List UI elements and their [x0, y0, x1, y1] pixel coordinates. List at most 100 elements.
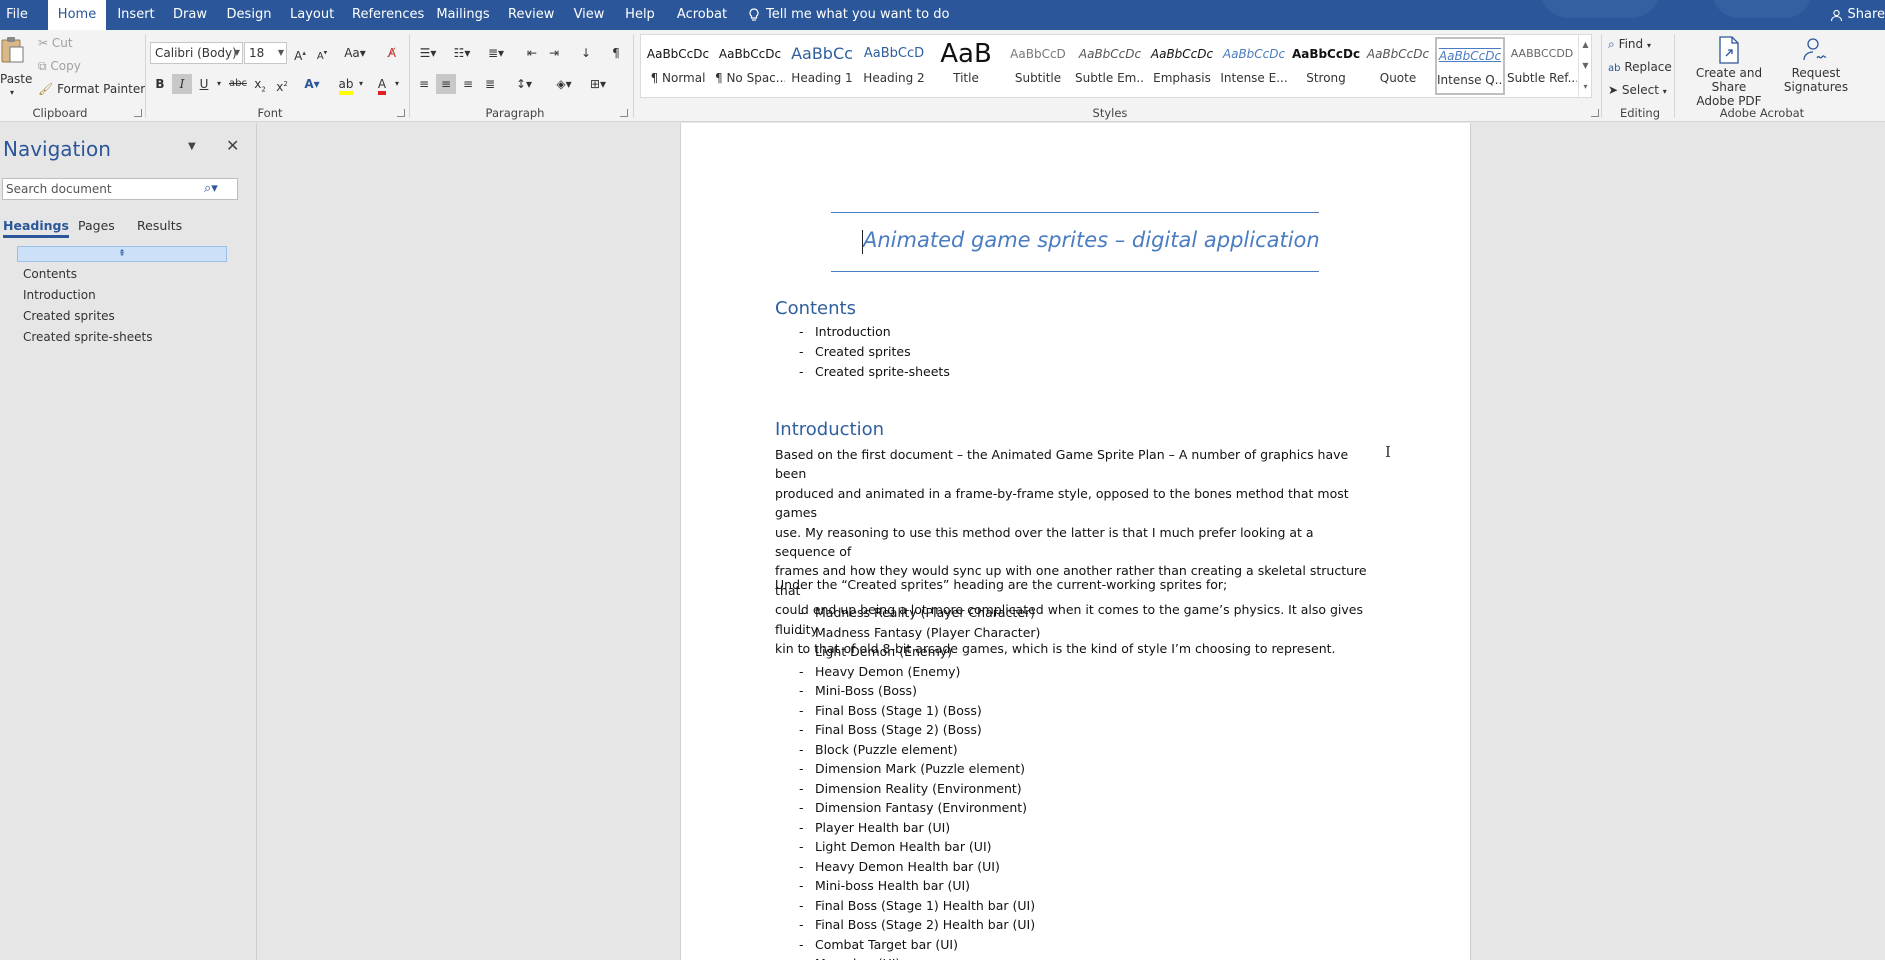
list-item[interactable]: Mini-Boss (Boss)	[815, 683, 917, 698]
tab-references[interactable]: References	[352, 0, 424, 30]
align-left-button[interactable]: ≡	[414, 74, 434, 94]
list-item[interactable]: Block (Puzzle element)	[815, 742, 958, 757]
nav-heading-created-sprite-sheets[interactable]: Created sprite-sheets	[23, 330, 152, 344]
italic-button[interactable]: I	[172, 74, 192, 94]
select-button[interactable]: ➤ Select ▾	[1608, 83, 1667, 97]
copy-button[interactable]: ⧉ Copy	[38, 59, 81, 74]
list-item[interactable]: Light Demon Health bar (UI)	[815, 839, 992, 854]
multilevel-list-button[interactable]: ≣▾	[482, 43, 510, 63]
style-heading-1[interactable]: AaBbCc Heading 1	[787, 37, 857, 95]
clear-formatting-button[interactable]: A̸	[382, 43, 402, 63]
style-emphasis[interactable]: AaBbCcDc Emphasis	[1147, 37, 1217, 95]
font-name-combo[interactable]: Calibri (Body) ▼	[150, 42, 243, 64]
strikethrough-button[interactable]: abc	[228, 74, 248, 94]
under-heading-paragraph[interactable]: Under the “Created sprites” heading are …	[775, 575, 1377, 594]
document-title[interactable]: Animated game sprites – digital applicat…	[863, 228, 1320, 252]
tab-file[interactable]: File	[0, 0, 34, 30]
tab-layout[interactable]: Layout	[290, 0, 334, 30]
list-item[interactable]: Final Boss (Stage 1) Health bar (UI)	[815, 898, 1035, 913]
grow-font-button[interactable]: A▴	[290, 43, 310, 63]
tab-help[interactable]: Help	[624, 0, 656, 30]
font-launcher-icon[interactable]	[397, 109, 405, 117]
highlight-button[interactable]: ab	[336, 74, 356, 95]
nav-tab-results[interactable]: Results	[137, 218, 182, 233]
list-item[interactable]: Dimension Mark (Puzzle element)	[815, 761, 1025, 776]
list-item[interactable]: Mini-boss Health bar (UI)	[815, 878, 970, 893]
numbering-button[interactable]: ☷▾	[448, 43, 476, 63]
bold-button[interactable]: B	[150, 74, 170, 94]
list-item[interactable]: Madness Reality (Player Character)	[815, 605, 1035, 620]
paragraph-launcher-icon[interactable]	[620, 109, 628, 117]
increase-indent-button[interactable]: ⇥	[544, 43, 564, 63]
styles-scrollbar[interactable]: ▲ ▼ ▾	[1578, 34, 1592, 98]
search-icon[interactable]: ⌕▾	[204, 181, 218, 196]
nav-tab-headings[interactable]: Headings	[3, 218, 69, 238]
show-formatting-button[interactable]: ¶	[606, 43, 626, 63]
tab-draw[interactable]: Draw	[172, 0, 208, 30]
style-heading-2[interactable]: AaBbCcD Heading 2	[859, 37, 929, 95]
heading-introduction[interactable]: Introduction	[775, 419, 884, 440]
more-styles-icon[interactable]: ▾	[1579, 76, 1592, 97]
tab-insert[interactable]: Insert	[116, 0, 156, 30]
underline-button[interactable]: U	[194, 74, 214, 94]
collapse-all-bar[interactable]: ⇞	[17, 246, 227, 262]
list-item[interactable]: Final Boss (Stage 1) (Boss)	[815, 703, 982, 718]
style-no-spacing[interactable]: AaBbCcDc ¶ No Spac...	[715, 37, 785, 95]
list-item[interactable]: Combat Target bar (UI)	[815, 937, 958, 952]
scroll-up-icon[interactable]: ▲	[1579, 34, 1592, 55]
list-item[interactable]: Heavy Demon Health bar (UI)	[815, 859, 1000, 874]
list-item[interactable]: Introduction	[815, 324, 891, 339]
superscript-button[interactable]: x2	[272, 74, 292, 94]
style-subtitle[interactable]: AaBbCcD Subtitle	[1003, 37, 1073, 95]
tab-review[interactable]: Review	[508, 0, 554, 30]
nav-heading-contents[interactable]: Contents	[23, 267, 77, 281]
borders-button[interactable]: ⊞▾	[584, 74, 612, 94]
request-signatures-button[interactable]: Request Signatures	[1780, 34, 1852, 100]
list-item[interactable]: Created sprites	[815, 344, 911, 359]
style-normal[interactable]: AaBbCcDc ¶ Normal	[643, 37, 713, 95]
tab-view[interactable]: View	[572, 0, 606, 30]
tab-acrobat[interactable]: Acrobat	[676, 0, 728, 30]
font-color-button[interactable]: A	[372, 74, 392, 95]
heading-contents[interactable]: Contents	[775, 298, 856, 319]
tab-design[interactable]: Design	[226, 0, 272, 30]
styles-launcher-icon[interactable]	[1591, 109, 1599, 117]
font-color-dropdown[interactable]: ▾	[392, 74, 402, 94]
style-subtle-emphasis[interactable]: AaBbCcDc Subtle Em...	[1075, 37, 1145, 95]
sort-button[interactable]: ↓	[576, 43, 596, 63]
text-effects-button[interactable]: A▾	[302, 74, 322, 94]
underline-dropdown[interactable]: ▾	[214, 74, 224, 94]
replace-button[interactable]: ab Replace	[1608, 60, 1672, 74]
style-title[interactable]: AaB Title	[931, 37, 1001, 95]
shrink-font-button[interactable]: A▾	[312, 43, 332, 63]
decrease-indent-button[interactable]: ⇤	[522, 43, 542, 63]
list-item[interactable]: Madness Fantasy (Player Character)	[815, 625, 1040, 640]
tab-mailings[interactable]: Mailings	[436, 0, 490, 30]
list-item[interactable]: Player Health bar (UI)	[815, 820, 950, 835]
list-item[interactable]: Dimension Reality (Environment)	[815, 781, 1022, 796]
list-item[interactable]: Dimension Fantasy (Environment)	[815, 800, 1027, 815]
list-item[interactable]: Light Demon (Enemy)	[815, 644, 952, 659]
nav-tab-pages[interactable]: Pages	[78, 218, 115, 233]
nav-heading-introduction[interactable]: Introduction	[23, 288, 96, 302]
nav-heading-created-sprites[interactable]: Created sprites	[23, 309, 115, 323]
document-page[interactable]: Animated game sprites – digital applicat…	[680, 123, 1471, 960]
shading-button[interactable]: ◈▾	[550, 74, 578, 94]
highlight-dropdown[interactable]: ▾	[356, 74, 366, 94]
find-button[interactable]: ⌕ Find ▾	[1608, 37, 1651, 52]
font-size-combo[interactable]: 18 ▼	[244, 42, 287, 64]
align-right-button[interactable]: ≡	[458, 74, 478, 94]
search-document-input[interactable]: Search document	[2, 178, 238, 200]
style-strong[interactable]: AaBbCcDc Strong	[1291, 37, 1361, 95]
tell-me-box[interactable]: Tell me what you want to do	[748, 0, 949, 30]
close-icon[interactable]: ✕	[226, 136, 239, 155]
list-item[interactable]: Mana bar (UI)	[815, 956, 900, 960]
chevron-down-icon[interactable]: ▼	[188, 141, 196, 152]
style-intense-emphasis[interactable]: AaBbCcDc Intense E...	[1219, 37, 1289, 95]
style-subtle-reference[interactable]: AABBCCDD Subtle Ref...	[1507, 37, 1577, 95]
tab-home[interactable]: Home	[48, 0, 106, 30]
format-painter-button[interactable]: 🖌 Format Painter	[38, 82, 145, 96]
style-intense-quote[interactable]: AaBbCcDc Intense Q...	[1435, 37, 1505, 95]
share-button[interactable]: Share	[1830, 0, 1885, 30]
justify-button[interactable]: ≣	[480, 74, 500, 94]
